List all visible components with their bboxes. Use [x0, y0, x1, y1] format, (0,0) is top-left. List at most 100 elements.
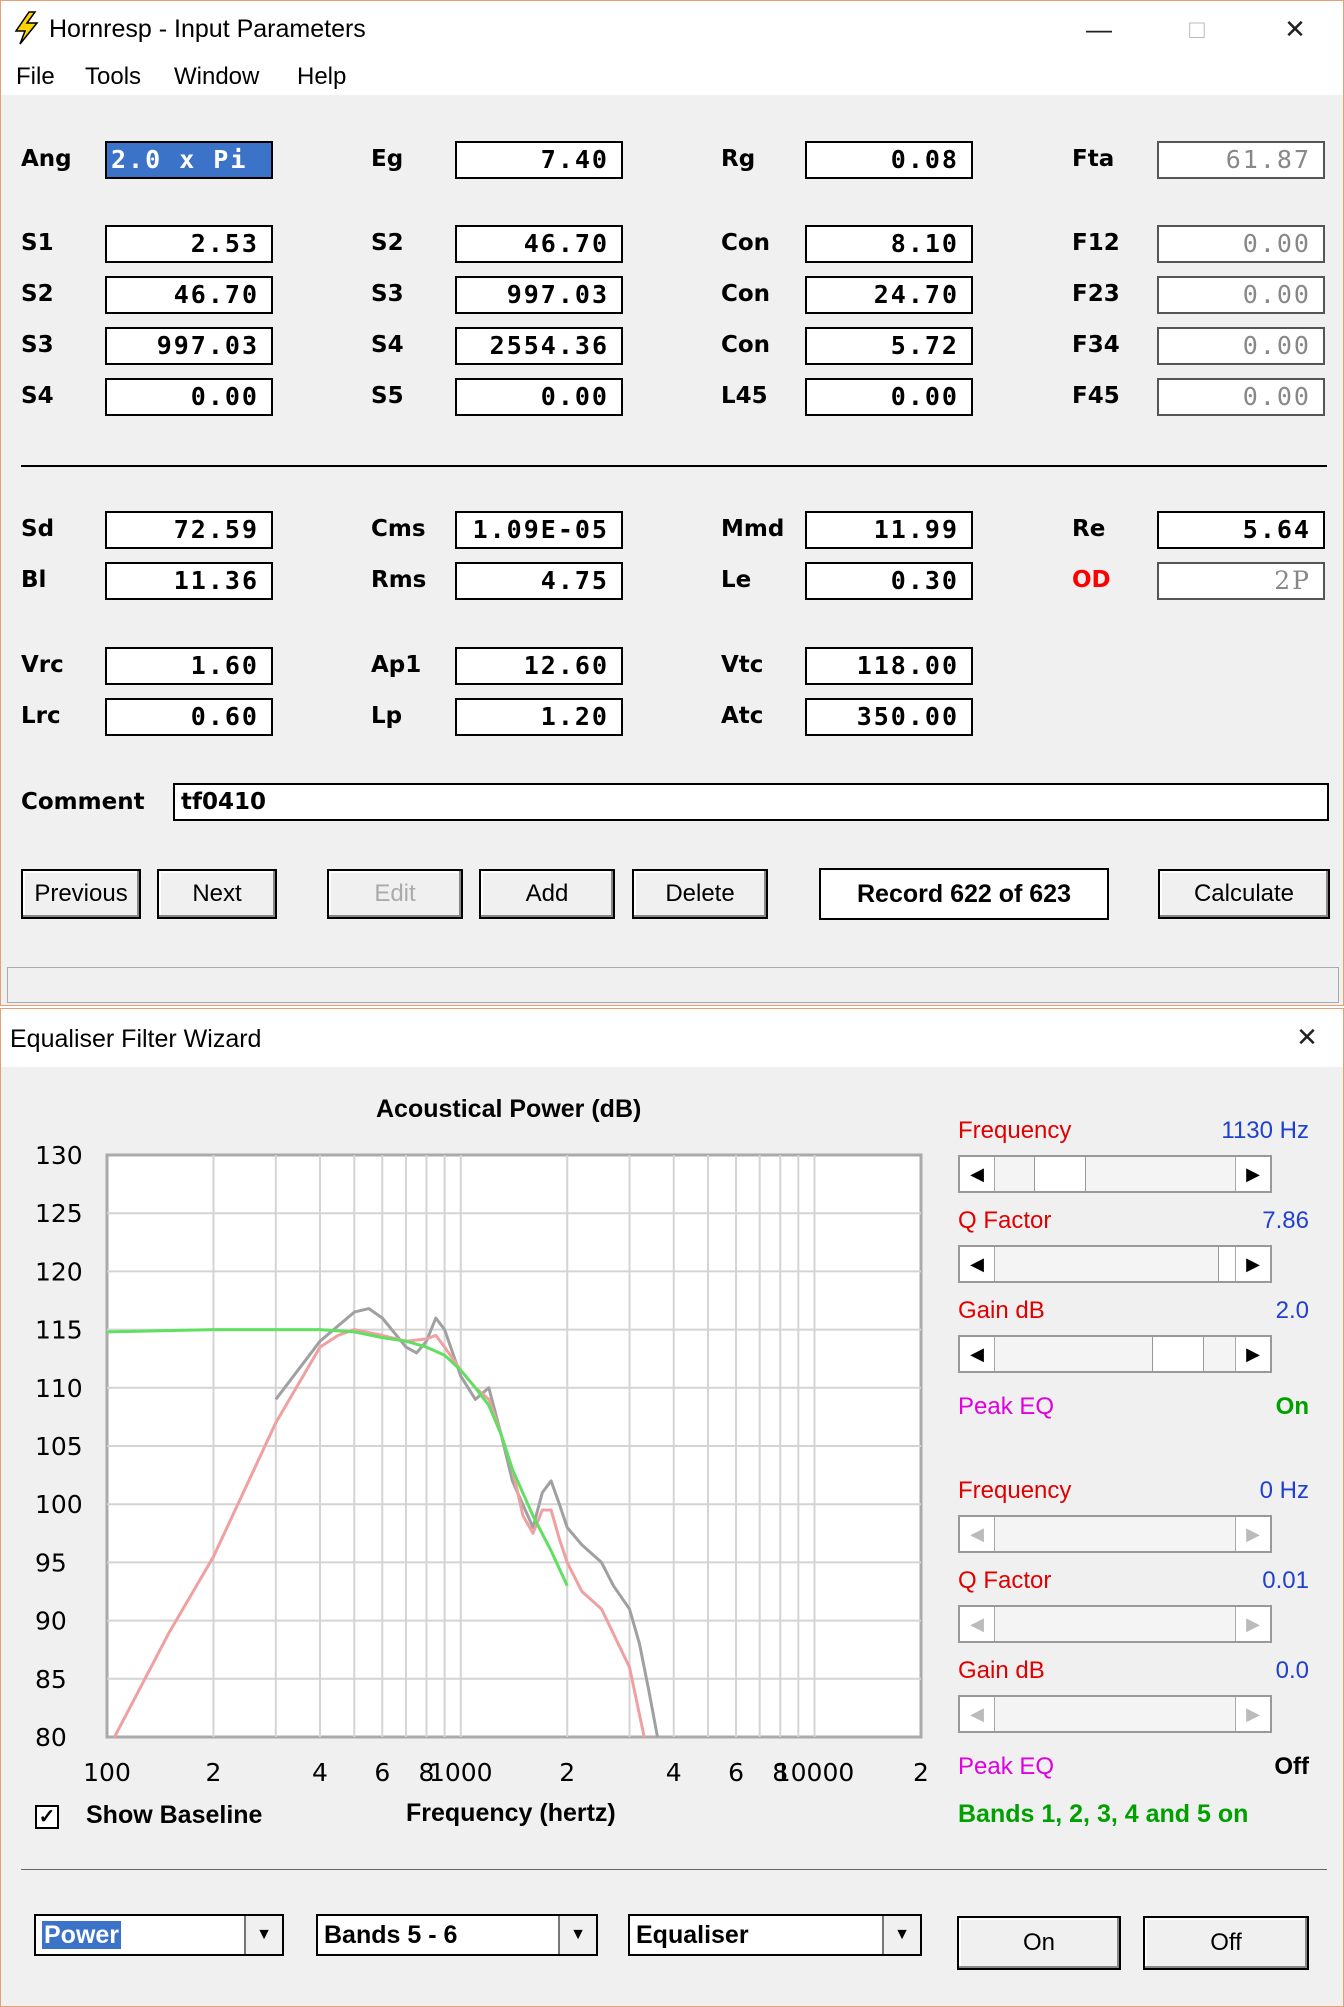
param-input-f45[interactable]: 0.00	[1157, 378, 1325, 416]
filter2-frequency-slider[interactable]: ◀ ▶	[958, 1515, 1272, 1553]
off-button[interactable]: Off	[1143, 1916, 1309, 1970]
param-input-s4[interactable]: 2554.36	[455, 327, 623, 365]
param-input-le[interactable]: 0.30	[805, 562, 973, 600]
param-label-rg: Rg	[721, 146, 756, 172]
param-input-mmd[interactable]: 11.99	[805, 511, 973, 549]
param-input-s2[interactable]: 46.70	[105, 276, 273, 314]
filter1-gain-label: Gain dB	[958, 1297, 1045, 1324]
filter2-gain-slider[interactable]: ◀ ▶	[958, 1695, 1272, 1733]
calculate-button[interactable]: Calculate	[1158, 869, 1330, 919]
filter2-q-value: 0.01	[1262, 1567, 1309, 1594]
param-input-od[interactable]: 2P	[1157, 562, 1325, 600]
left-arrow-icon[interactable]: ◀	[960, 1607, 995, 1641]
x-tick-label: 2	[559, 1758, 575, 1787]
right-arrow-icon[interactable]: ▶	[1235, 1247, 1270, 1281]
param-input-s5[interactable]: 0.00	[455, 378, 623, 416]
param-input-f12[interactable]: 0.00	[1157, 225, 1325, 263]
previous-button[interactable]: Previous	[21, 869, 141, 919]
param-label-f34: F34	[1072, 332, 1120, 358]
close-button[interactable]: ✕	[1265, 7, 1325, 51]
filter1-frequency-value: 1130 Hz	[1221, 1117, 1309, 1144]
minimize-button[interactable]: —	[1069, 7, 1129, 51]
param-input-ap1[interactable]: 12.60	[455, 647, 623, 685]
close-button[interactable]: ✕	[1277, 1015, 1337, 1059]
param-input-rg[interactable]: 0.08	[805, 141, 973, 179]
left-arrow-icon[interactable]: ◀	[960, 1337, 995, 1371]
bands-combo[interactable]: Bands 5 - 6 ▼	[316, 1914, 598, 1956]
left-arrow-icon[interactable]: ◀	[960, 1157, 995, 1191]
dropdown-arrow-icon[interactable]: ▼	[244, 1916, 282, 1954]
filter-type-combo[interactable]: Equaliser ▼	[628, 1914, 922, 1956]
frequency-response-chart: 13012512011511010510095908580100 2 4 6 81000…	[35, 1141, 929, 1787]
param-input-ang[interactable]: 2.0 x Pi	[105, 141, 273, 179]
param-input-atc[interactable]: 350.00	[805, 698, 973, 736]
left-arrow-icon[interactable]: ◀	[960, 1517, 995, 1551]
param-label-s4: S4	[21, 383, 54, 409]
menu-file[interactable]: File	[16, 63, 55, 91]
on-button[interactable]: On	[957, 1916, 1121, 1970]
right-arrow-icon[interactable]: ▶	[1235, 1157, 1270, 1191]
param-input-re[interactable]: 5.64	[1157, 511, 1325, 549]
param-input-vtc[interactable]: 118.00	[805, 647, 973, 685]
mode-combo-value: Power	[42, 1921, 122, 1949]
param-input-eg[interactable]: 7.40	[455, 141, 623, 179]
section-divider	[21, 465, 1327, 467]
comment-input[interactable]: tf0410	[173, 783, 1329, 821]
param-input-sd[interactable]: 72.59	[105, 511, 273, 549]
maximize-button[interactable]: □	[1167, 7, 1227, 51]
param-input-lp[interactable]: 1.20	[455, 698, 623, 736]
filter2-q-slider[interactable]: ◀ ▶	[958, 1605, 1272, 1643]
delete-button[interactable]: Delete	[632, 869, 768, 919]
add-button[interactable]: Add	[479, 869, 615, 919]
param-input-s1[interactable]: 2.53	[105, 225, 273, 263]
param-label-s1: S1	[21, 230, 54, 256]
param-label-eg: Eg	[371, 146, 404, 172]
param-input-s2[interactable]: 46.70	[455, 225, 623, 263]
param-input-cms[interactable]: 1.09E-05	[455, 511, 623, 549]
param-input-rms[interactable]: 4.75	[455, 562, 623, 600]
slider-thumb[interactable]	[1152, 1337, 1204, 1371]
mode-combo[interactable]: Power ▼	[34, 1914, 284, 1956]
param-input-lrc[interactable]: 0.60	[105, 698, 273, 736]
param-label-bl: Bl	[21, 567, 47, 593]
next-button[interactable]: Next	[157, 869, 277, 919]
filter1-q-slider[interactable]: ◀ ▶	[958, 1245, 1272, 1283]
right-arrow-icon[interactable]: ▶	[1235, 1337, 1270, 1371]
left-arrow-icon[interactable]: ◀	[960, 1247, 995, 1281]
y-tick-label: 90	[35, 1607, 67, 1636]
param-label-s3: S3	[21, 332, 54, 358]
param-input-con[interactable]: 24.70	[805, 276, 973, 314]
param-label-re: Re	[1072, 516, 1106, 542]
dropdown-arrow-icon[interactable]: ▼	[882, 1916, 920, 1954]
filter1-gain-slider[interactable]: ◀ ▶	[958, 1335, 1272, 1373]
menu-window[interactable]: Window	[174, 63, 259, 91]
param-input-fta[interactable]: 61.87	[1157, 141, 1325, 179]
param-input-con[interactable]: 8.10	[805, 225, 973, 263]
x-tick-label: 4	[666, 1758, 682, 1787]
param-input-con[interactable]: 5.72	[805, 327, 973, 365]
param-input-bl[interactable]: 11.36	[105, 562, 273, 600]
param-input-vrc[interactable]: 1.60	[105, 647, 273, 685]
menu-tools[interactable]: Tools	[85, 63, 141, 91]
param-input-s3[interactable]: 997.03	[105, 327, 273, 365]
menu-help[interactable]: Help	[297, 63, 346, 91]
dropdown-arrow-icon[interactable]: ▼	[558, 1916, 596, 1954]
param-input-f34[interactable]: 0.00	[1157, 327, 1325, 365]
edit-button[interactable]: Edit	[327, 869, 463, 919]
right-arrow-icon[interactable]: ▶	[1235, 1607, 1270, 1641]
param-input-s4[interactable]: 0.00	[105, 378, 273, 416]
filter1-frequency-slider[interactable]: ◀ ▶	[958, 1155, 1272, 1193]
show-baseline-checkbox[interactable]: ✓	[35, 1805, 59, 1829]
param-label-ang: Ang	[21, 146, 72, 172]
param-input-f23[interactable]: 0.00	[1157, 276, 1325, 314]
right-arrow-icon[interactable]: ▶	[1235, 1697, 1270, 1731]
right-arrow-icon[interactable]: ▶	[1235, 1517, 1270, 1551]
param-input-l45[interactable]: 0.00	[805, 378, 973, 416]
left-arrow-icon[interactable]: ◀	[960, 1697, 995, 1731]
param-input-s3[interactable]: 997.03	[455, 276, 623, 314]
param-label-f23: F23	[1072, 281, 1120, 307]
slider-thumb[interactable]	[1034, 1157, 1086, 1191]
x-tick-label: 100	[83, 1758, 131, 1787]
filter1-frequency-label: Frequency	[958, 1117, 1072, 1144]
param-label-l45: L45	[721, 383, 768, 409]
